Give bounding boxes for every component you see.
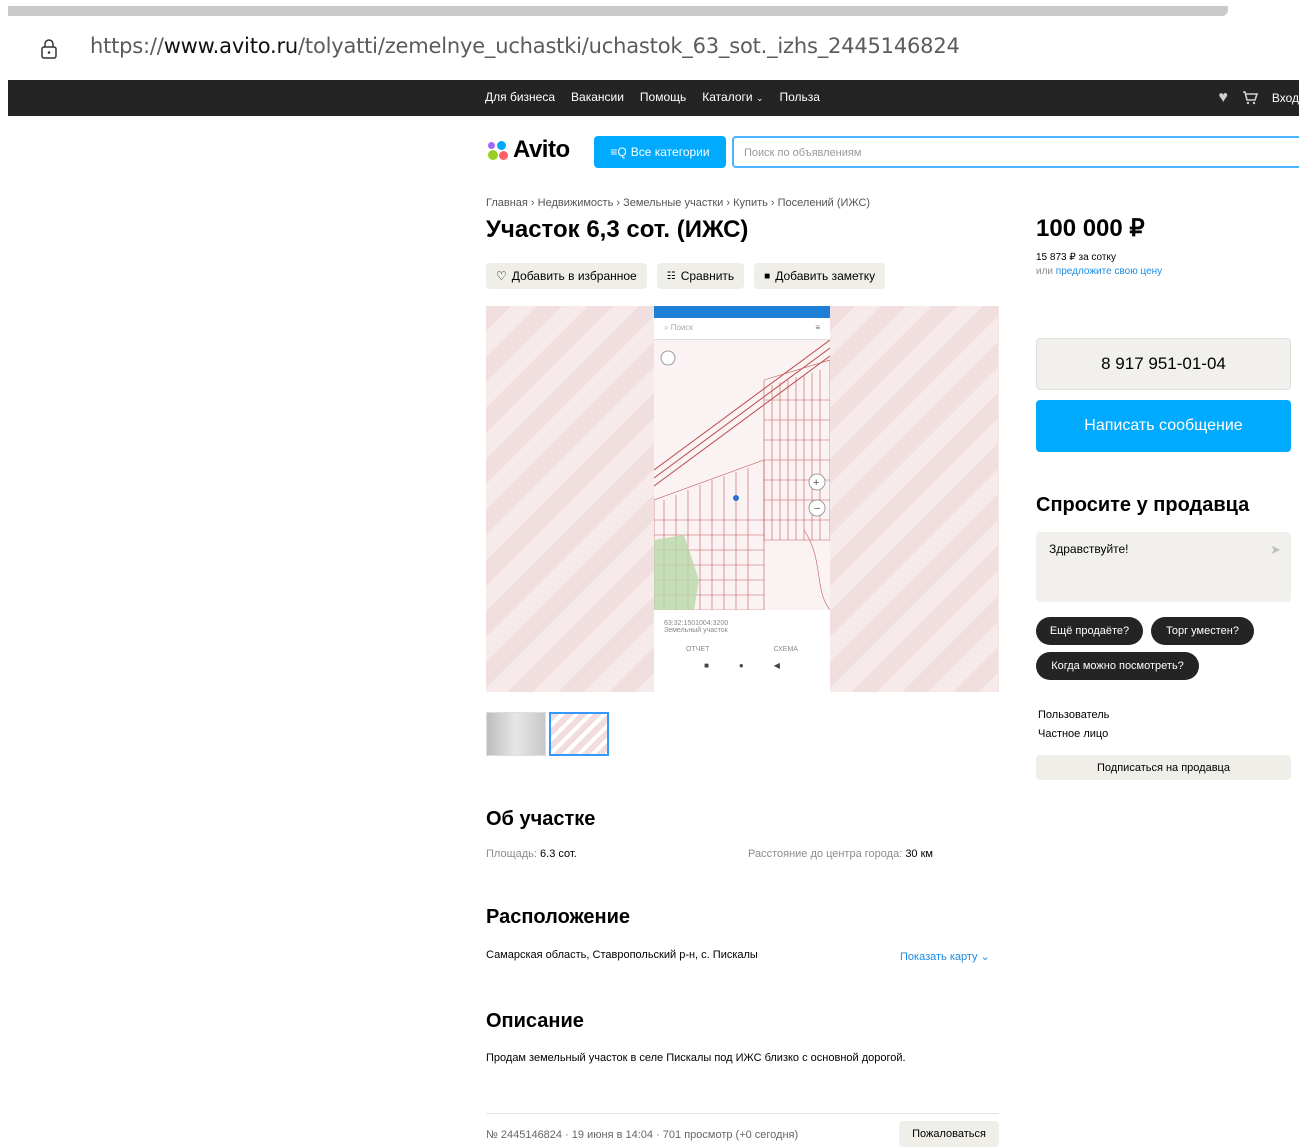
- seller-name[interactable]: Пользователь: [1038, 709, 1109, 721]
- send-icon[interactable]: ➤: [1270, 542, 1281, 558]
- breadcrumb[interactable]: Главная › Недвижимость › Земельные участ…: [486, 197, 870, 209]
- price-per-sotka: 15 873 ₽ за сотку: [1036, 252, 1116, 263]
- heart-outline-icon: ♡: [496, 269, 507, 283]
- about-heading: Об участке: [486, 808, 596, 830]
- description-heading: Описание: [486, 1010, 584, 1032]
- all-categories-button[interactable]: ≡Q Все категории: [594, 136, 726, 168]
- menu-icon: ≡: [815, 323, 820, 332]
- cadastral-map: + −: [654, 340, 830, 610]
- compare-icon: ☷: [666, 270, 676, 282]
- ask-seller-heading: Спросите у продавца: [1036, 494, 1250, 516]
- chevron-down-icon: ⌄: [755, 93, 764, 103]
- location-heading: Расположение: [486, 906, 631, 928]
- listing-meta: № 2445146824 · 19 июня в 14:04 · 701 про…: [486, 1129, 799, 1141]
- gallery-blur-right: [830, 306, 998, 692]
- offer-price-link[interactable]: предложите свою цену: [1056, 266, 1162, 277]
- nav-link-benefit[interactable]: Польза: [780, 90, 820, 104]
- search-input[interactable]: Поиск по объявлениям: [732, 136, 1299, 168]
- distance-param: Расстояние до центра города: 30 км: [748, 848, 933, 860]
- area-param: Площадь: 6.3 сот.: [486, 848, 577, 860]
- footer-divider: [486, 1113, 999, 1114]
- price: 100 000 ₽: [1036, 215, 1145, 242]
- phone-bottom-panel: 63:32:1501004:3200 Земельный участок ОТЧ…: [654, 610, 830, 692]
- phone-search-row: ⌕ Поиск ≡: [654, 318, 830, 340]
- offer-price: или предложите свою цену: [1036, 266, 1163, 277]
- lock-icon: [41, 39, 57, 59]
- phone-status-bar: [654, 306, 830, 318]
- show-map-link[interactable]: Показать карту ⌄: [900, 950, 990, 963]
- complain-button[interactable]: Пожаловаться: [899, 1121, 999, 1147]
- note-icon: ■: [764, 270, 771, 282]
- cart-icon[interactable]: [1242, 91, 1258, 105]
- avito-logo-icon: [486, 138, 510, 162]
- add-favorite-button[interactable]: ♡ Добавить в избранное: [486, 263, 647, 289]
- phone-number-button[interactable]: 8 917 951-01-04: [1036, 338, 1291, 390]
- gallery-main-image: ⌕ Поиск ≡ + − 63:32:1501004:3200 Земельн…: [654, 306, 830, 692]
- avito-logo[interactable]: Avito: [486, 136, 570, 164]
- page-title: Участок 6,3 сот. (ИЖС): [486, 216, 749, 243]
- address-bar[interactable]: https://www.avito.ru/tolyatti/zemelnye_u…: [0, 18, 1299, 80]
- nav-link-help[interactable]: Помощь: [640, 90, 686, 104]
- gallery-thumbnail[interactable]: [486, 712, 546, 756]
- heart-icon[interactable]: ♥: [1218, 89, 1228, 107]
- nav-link-catalogs[interactable]: Каталоги ⌄: [702, 90, 763, 104]
- seller-type: Частное лицо: [1038, 728, 1109, 740]
- nav-link-business[interactable]: Для бизнеса: [485, 90, 555, 104]
- svg-text:+: +: [813, 477, 819, 489]
- quick-question-chip[interactable]: Торг уместен?: [1151, 617, 1254, 645]
- quick-question-chip[interactable]: Когда можно посмотреть?: [1036, 652, 1199, 680]
- quick-question-chip[interactable]: Ещё продаёте?: [1036, 617, 1143, 645]
- subscribe-seller-button[interactable]: Подписаться на продавца: [1036, 755, 1291, 780]
- compare-button[interactable]: ☷ Сравнить: [656, 263, 745, 289]
- chevron-down-icon: ⌄: [980, 951, 990, 963]
- browser-scroll-bar: [8, 6, 1228, 16]
- description-text: Продам земельный участок в селе Пискалы …: [486, 1052, 906, 1064]
- browser-top-strip: [0, 0, 1299, 18]
- url-text[interactable]: https://www.avito.ru/tolyatti/zemelnye_u…: [90, 34, 960, 58]
- top-nav: Для бизнеса Вакансии Помощь Каталоги ⌄ П…: [8, 80, 1299, 116]
- photo-gallery[interactable]: ⌕ Поиск ≡ + − 63:32:1501004:3200 Земельн…: [486, 306, 999, 692]
- write-message-button[interactable]: Написать сообщение: [1036, 400, 1291, 452]
- login-link[interactable]: Вход: [1272, 91, 1299, 105]
- gallery-thumbnail-selected[interactable]: [549, 712, 609, 756]
- nav-link-vacancies[interactable]: Вакансии: [571, 90, 624, 104]
- address-text: Самарская область, Ставропольский р-н, с…: [486, 949, 758, 961]
- add-note-button[interactable]: ■ Добавить заметку: [754, 263, 886, 289]
- ask-seller-input[interactable]: Здравствуйте! ➤: [1036, 532, 1291, 602]
- svg-text:−: −: [814, 503, 820, 515]
- menu-search-icon: ≡Q: [610, 145, 627, 159]
- gallery-blur-left: [486, 306, 654, 692]
